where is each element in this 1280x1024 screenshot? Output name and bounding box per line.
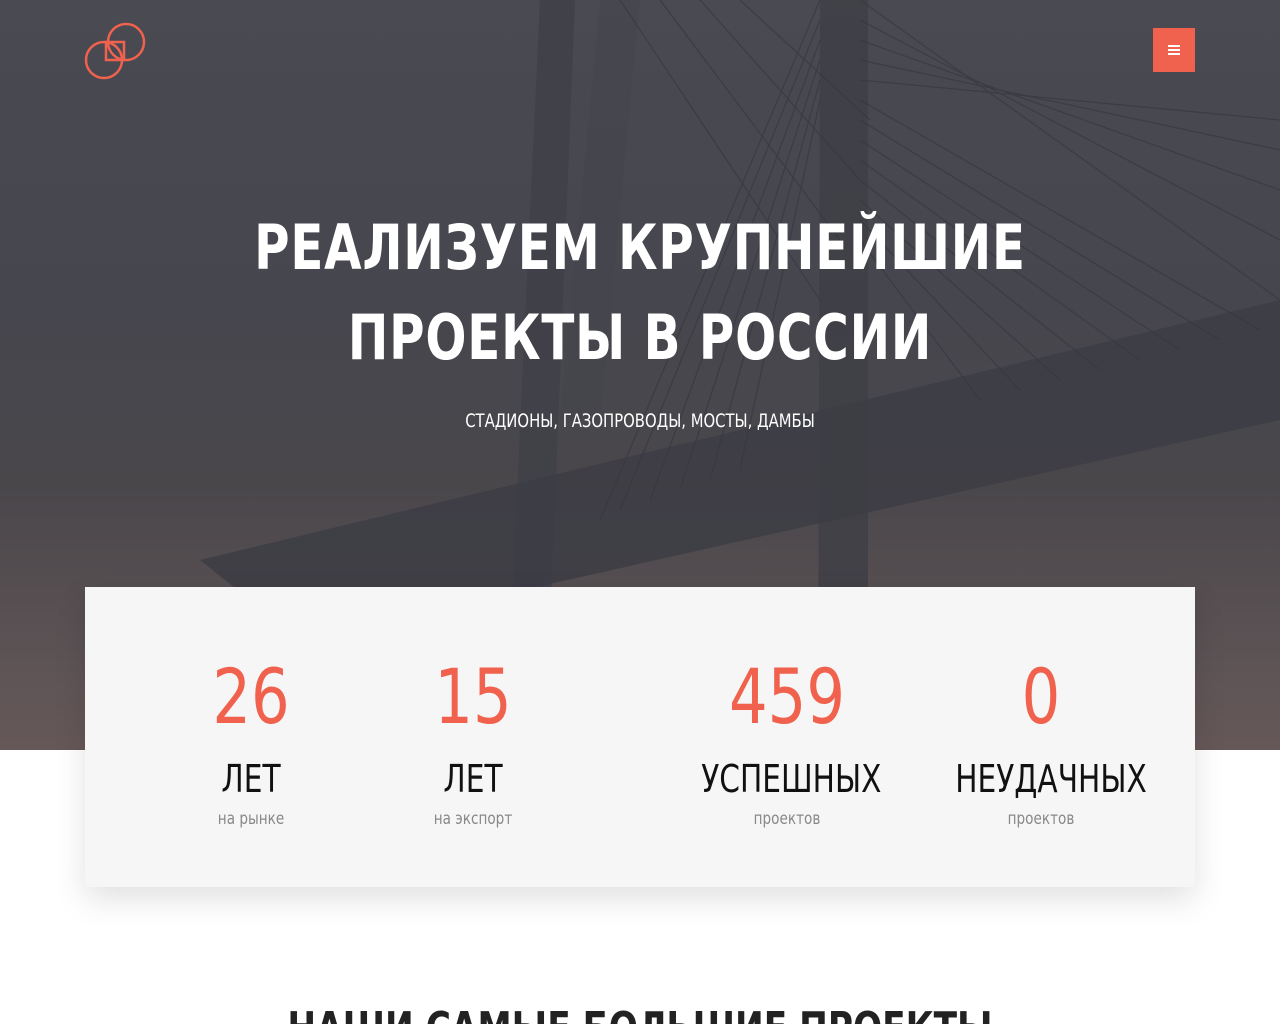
stat-unit: УСПЕШНЫХ [701,757,882,801]
stat-unit: ЛЕТ [221,757,281,801]
hamburger-menu-icon [1168,45,1180,55]
logo-icon[interactable] [84,20,146,82]
hero-title-line2: ПРОЕКТЫ В РОССИИ [347,301,933,374]
stat-number: 26 [212,652,290,741]
stats-card: 26 ЛЕТ на рынке 15 ЛЕТ на экспорт 459 УС… [85,587,1195,887]
stat-number: 459 [728,652,846,741]
hero-title: РЕАЛИЗУЕМ КРУПНЕЙШИЕ ПРОЕКТЫ В РОССИИ [141,203,1139,383]
stat-caption: проектов [753,809,821,829]
stat-caption: проектов [1007,809,1075,829]
stat-unit: ЛЕТ [443,757,503,801]
stat-caption: на экспорт [433,809,513,829]
menu-button[interactable] [1153,28,1195,72]
stat-unit: НЕУДАЧНЫХ [955,757,1147,801]
stat-caption: на рынке [217,809,285,829]
projects-section-title: НАШИ САМЫЕ БОЛЬШИЕ ПРОЕКТЫ [141,1004,1139,1024]
stat-number: 0 [1021,652,1061,741]
hero-title-line1: РЕАЛИЗУЕМ КРУПНЕЙШИЕ [254,211,1026,284]
stat-number: 15 [434,652,512,741]
hero-subtitle: СТАДИОНЫ, ГАЗОПРОВОДЫ, МОСТЫ, ДАМБЫ [465,410,815,432]
